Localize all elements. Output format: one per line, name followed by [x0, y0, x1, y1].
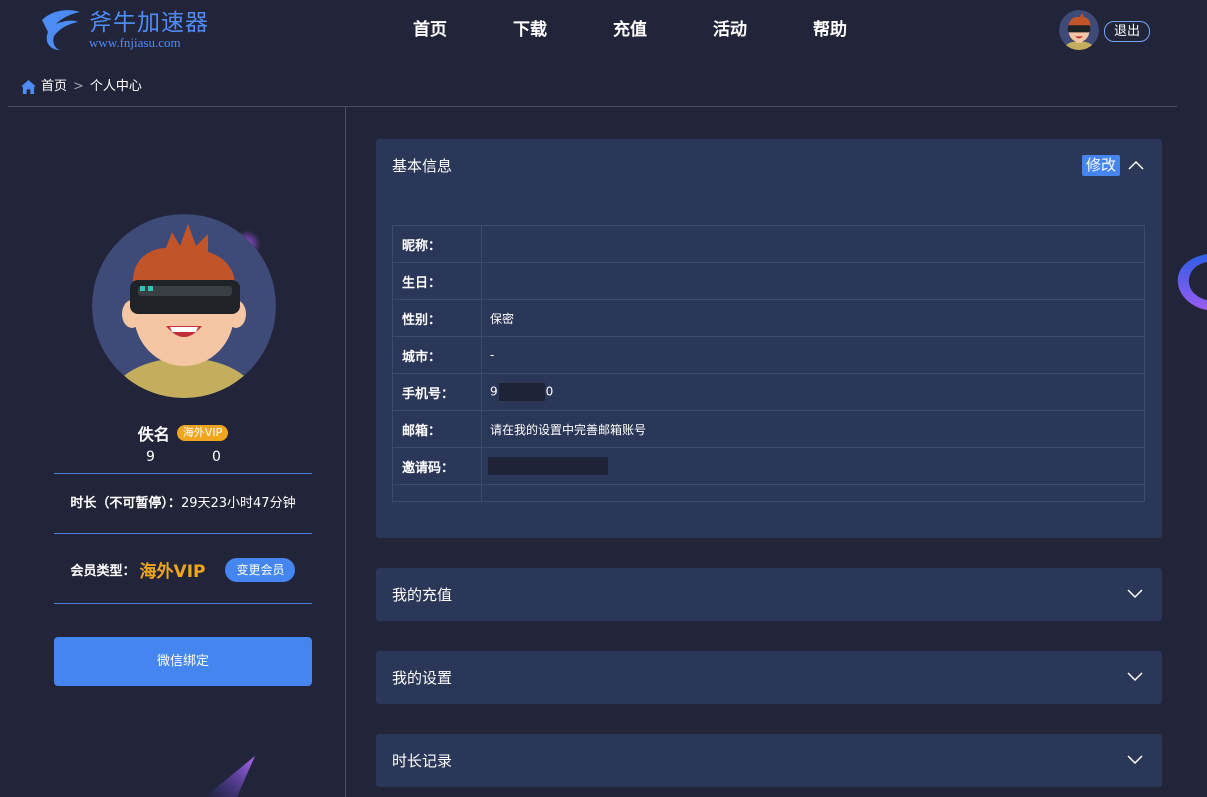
table-row: 手机号： 90 [392, 373, 1145, 411]
member-type-value: 海外VIP [139, 562, 206, 582]
invite-code-label: 邀请码： [392, 447, 482, 485]
change-member-button[interactable]: 变更会员 [225, 557, 296, 582]
chevron-down-icon[interactable] [1127, 755, 1143, 765]
member-type-label: 会员类型： [70, 564, 136, 579]
basic-info-panel: 基本信息 修改 昵称： 生日： 性别： 保密 城市： - 手机号： 90 邮箱：… [376, 139, 1162, 538]
chevron-up-icon[interactable] [1128, 160, 1144, 170]
email-label: 邮箱： [392, 410, 482, 448]
divider [54, 473, 312, 474]
user-name: 佚名 [137, 425, 170, 444]
user-name-row: 佚名 海外VIP [54, 421, 312, 445]
user-avatar-icon [1059, 10, 1099, 50]
table-row: 性别： 保密 [392, 299, 1145, 337]
user-id-start: 9 [146, 449, 155, 465]
table-row [392, 484, 1145, 502]
gender-label: 性别： [392, 299, 482, 337]
chevron-down-icon[interactable] [1127, 589, 1143, 599]
phone-value-start: 9 [490, 384, 498, 399]
breadcrumb-separator: > [73, 79, 84, 94]
header-divider [8, 106, 1177, 107]
invite-code-value [481, 447, 1145, 485]
nav-home[interactable]: 首页 [380, 18, 480, 42]
phone-value-end: 0 [545, 384, 554, 399]
logout-button[interactable]: 退出 [1104, 21, 1150, 42]
nav-help[interactable]: 帮助 [780, 18, 880, 42]
main-nav: 首页 下载 充值 活动 帮助 [380, 18, 880, 42]
duration-row: 时长（不可暂停）：29天23小时47分钟 [54, 494, 312, 514]
profile-avatar [92, 214, 276, 398]
table-row: 生日： [392, 262, 1145, 300]
edit-button[interactable]: 修改 [1082, 155, 1120, 176]
redaction-mask [488, 457, 608, 475]
vip-badge: 海外VIP [176, 425, 229, 441]
phone-label: 手机号： [392, 373, 482, 411]
nav-download[interactable]: 下载 [480, 18, 580, 42]
member-type-row: 会员类型： 海外VIP 变更会员 [54, 557, 312, 582]
sidebar-divider [345, 107, 346, 797]
user-id-end: 0 [212, 449, 221, 465]
divider [54, 603, 312, 604]
divider [54, 533, 312, 534]
duration-record-panel[interactable]: 时长记录 [376, 734, 1162, 787]
logo-title: 斧牛加速器 [89, 10, 209, 36]
settings-panel[interactable]: 我的设置 [376, 651, 1162, 704]
settings-panel-title: 我的设置 [392, 669, 453, 687]
logo-mark-icon [42, 10, 80, 51]
city-value: - [481, 336, 1145, 374]
phone-value: 90 [481, 373, 1145, 411]
table-row: 昵称： [392, 225, 1145, 263]
birthday-value [481, 262, 1145, 300]
birthday-label: 生日： [392, 262, 482, 300]
table-row: 城市： - [392, 336, 1145, 374]
chevron-down-icon[interactable] [1127, 672, 1143, 682]
profile-avatar-icon [92, 214, 276, 398]
header-avatar[interactable] [1059, 10, 1099, 50]
nav-activity[interactable]: 活动 [680, 18, 780, 42]
user-id-row: 90 [146, 449, 221, 465]
nickname-value [481, 225, 1145, 263]
nickname-label: 昵称： [392, 225, 482, 263]
table-row: 邀请码： [392, 447, 1145, 485]
empty-cell [481, 484, 1145, 502]
recharge-panel-title: 我的充值 [392, 586, 453, 604]
decorative-ring [1177, 254, 1207, 310]
duration-label: 时长（不可暂停）： [70, 496, 181, 511]
logo[interactable]: 斧牛加速器 www.fnjiasu.com [38, 6, 218, 54]
basic-info-table: 昵称： 生日： 性别： 保密 城市： - 手机号： 90 邮箱： 请在我的设置中… [392, 225, 1145, 502]
city-label: 城市： [392, 336, 482, 374]
duration-value: 29天23小时47分钟 [180, 496, 296, 511]
wechat-bind-button[interactable]: 微信绑定 [54, 637, 312, 686]
empty-cell [392, 484, 482, 502]
gender-value: 保密 [481, 299, 1145, 337]
basic-info-title: 基本信息 [392, 157, 453, 175]
duration-record-panel-title: 时长记录 [392, 752, 453, 770]
home-icon [21, 80, 36, 94]
redaction-mask [498, 383, 545, 401]
breadcrumb-current: 个人中心 [89, 79, 142, 94]
breadcrumb-home[interactable]: 首页 [41, 79, 67, 95]
table-row: 邮箱： 请在我的设置中完善邮箱账号 [392, 410, 1145, 448]
breadcrumb: 首页 > 个人中心 [21, 79, 142, 95]
email-value: 请在我的设置中完善邮箱账号 [481, 410, 1145, 448]
logo-url: www.fnjiasu.com [89, 35, 181, 50]
recharge-panel[interactable]: 我的充值 [376, 568, 1162, 621]
decorative-streak [205, 756, 255, 797]
nav-recharge[interactable]: 充值 [580, 18, 680, 42]
